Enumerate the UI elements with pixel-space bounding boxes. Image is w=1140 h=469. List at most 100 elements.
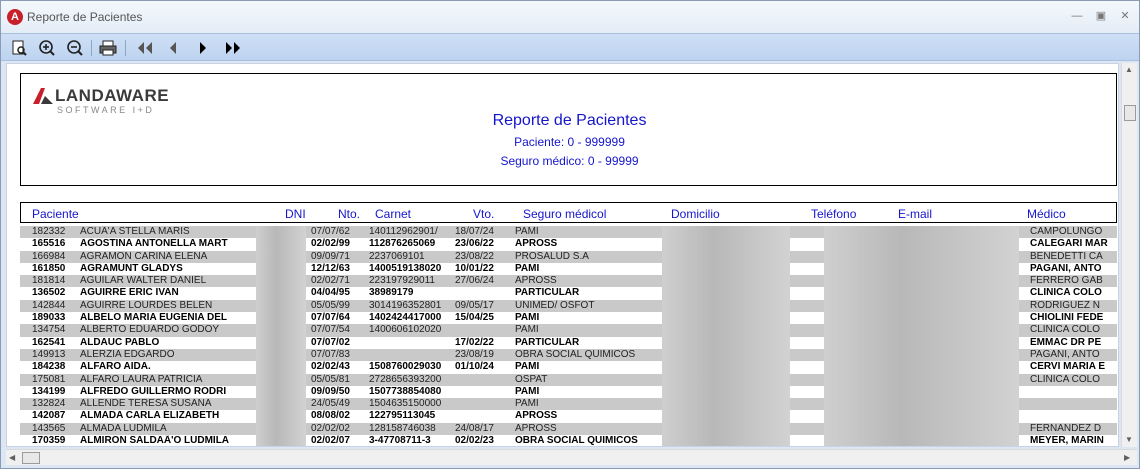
cell-medico: BENEDETTI CA (1030, 250, 1103, 262)
scroll-left-icon[interactable]: ◀ (9, 453, 15, 462)
cell-id: 181814 (32, 275, 66, 287)
cell-nto: 07/07/64 (311, 312, 350, 324)
close-icon[interactable]: ✕ (1117, 9, 1133, 23)
cell-vto: 23/06/22 (455, 238, 494, 250)
maximize-icon[interactable]: ▣ (1093, 9, 1109, 23)
horizontal-scrollbar[interactable]: ◀ ▶ (6, 449, 1137, 465)
cell-id: 170359 (32, 435, 66, 447)
print-icon[interactable] (98, 38, 118, 58)
cell-name: ALBERTO EDUARDO GODOY (80, 324, 220, 336)
cell-nto: 05/05/99 (311, 299, 350, 311)
toolbar-separator (125, 40, 126, 56)
col-header-domicilio: Domicilio (671, 207, 720, 221)
cell-id: 189033 (32, 312, 66, 324)
cell-id: 184238 (32, 361, 66, 373)
horizontal-scroll-thumb[interactable] (22, 452, 40, 464)
cell-vto: 01/10/24 (455, 361, 494, 373)
report-filter-insurance: Seguro médico: 0 - 99999 (500, 154, 639, 168)
cell-seguro: APROSS (515, 275, 557, 287)
title-bar: A Reporte de Pacientes — ▣ ✕ (1, 1, 1139, 33)
toolbar-separator (91, 40, 92, 56)
cell-nto: 24/05/49 (311, 398, 350, 410)
cell-vto: 24/08/17 (455, 422, 494, 434)
cell-medico: CLINICA COLO (1030, 287, 1102, 299)
col-header-vto: Vto. (473, 207, 495, 221)
toolbar (1, 33, 1139, 61)
landaware-logo-icon (33, 88, 53, 104)
cell-id: 132824 (32, 398, 66, 410)
cell-name: AGRAMUNT GLADYS (80, 262, 183, 274)
prev-page-icon[interactable] (163, 38, 183, 58)
cell-nto: 09/09/50 (311, 385, 350, 397)
zoom-in-icon[interactable] (37, 38, 57, 58)
cell-seguro: OBRA SOCIAL QUIMICOS (515, 348, 636, 360)
cell-seguro: APROSS (515, 410, 558, 422)
col-header-email: E-mail (898, 207, 933, 221)
cell-name: ALDAUC PABLO (80, 336, 160, 348)
cell-carnet: 122795113045 (369, 410, 436, 422)
cell-nto: 02/02/02 (311, 422, 350, 434)
cell-id: 161850 (32, 262, 66, 274)
report-window: A Reporte de Pacientes — ▣ ✕ LANDAWARE S… (0, 0, 1140, 469)
cell-carnet: 1507738854080 (369, 385, 442, 397)
cell-seguro: PAMI (515, 312, 540, 324)
cell-seguro: PAMI (515, 398, 539, 410)
cell-seguro: PAMI (515, 385, 540, 397)
cell-seguro: APROSS (515, 238, 558, 250)
cell-vto: 02/02/23 (455, 435, 494, 447)
col-header-nto: Nto. (338, 207, 361, 221)
cell-id: 143565 (32, 422, 66, 434)
col-header-carnet: Carnet (375, 207, 412, 221)
preview-icon[interactable] (9, 38, 29, 58)
scroll-up-icon[interactable]: ▲ (1125, 65, 1133, 74)
cell-medico: CAMPOLUNGO (1030, 226, 1103, 237)
scroll-right-icon[interactable]: ▶ (1124, 453, 1130, 462)
col-header-paciente: Paciente (32, 207, 79, 221)
cell-name: ACUÃ'A STELLA MARIS (80, 226, 190, 237)
cell-id: 142844 (32, 299, 66, 311)
redacted-dni-column (256, 226, 306, 446)
cell-id: 136502 (32, 287, 66, 299)
cell-seguro: OSPAT (515, 373, 548, 385)
report-title: Reporte de Pacientes (492, 112, 647, 129)
cell-seguro: APROSS (515, 422, 557, 434)
report-header: LANDAWARE SOFTWARE I+D Reporte de Pacien… (20, 73, 1117, 186)
cell-medico: MEYER, MARIN (1030, 435, 1104, 447)
cell-nto: 02/02/07 (311, 435, 350, 447)
col-header-seguro: Seguro médicol (523, 207, 607, 221)
cell-medico: CHIOLINI FEDE (1030, 312, 1104, 324)
cell-name: ALBELO MARIA EUGENIA DEL (80, 312, 228, 324)
report-page[interactable]: LANDAWARE SOFTWARE I+D Reporte de Pacien… (6, 63, 1119, 447)
cell-nto: 09/09/71 (311, 250, 350, 262)
cell-seguro: PAMI (515, 324, 539, 336)
cell-seguro: PARTICULAR (515, 287, 580, 299)
column-header-row: Paciente DNI Nto. Carnet Vto. Seguro méd… (20, 202, 1117, 223)
col-header-telefono: Teléfono (811, 207, 857, 221)
cell-nto: 08/08/02 (311, 410, 350, 422)
col-header-dni: DNI (285, 207, 306, 221)
cell-seguro: PARTICULAR (515, 336, 580, 348)
cell-nto: 02/02/71 (311, 275, 350, 287)
cell-nto: 02/02/43 (311, 361, 350, 373)
cell-carnet: 1504635150000 (369, 398, 442, 410)
minimize-icon[interactable]: — (1069, 9, 1085, 23)
cell-name: ALERZIA EDGARDO (80, 348, 175, 360)
vertical-scrollbar[interactable]: ▲ ▼ (1121, 63, 1137, 447)
logo-name: LANDAWARE (55, 86, 170, 105)
cell-seguro: PAMI (515, 226, 539, 237)
redacted-address-column (662, 226, 790, 446)
report-filter-patient: Paciente: 0 - 999999 (514, 135, 625, 149)
cell-id: 175081 (32, 373, 66, 385)
cell-id: 142087 (32, 410, 66, 422)
cell-vto: 17/02/22 (455, 336, 494, 348)
vertical-scroll-thumb[interactable] (1124, 105, 1136, 121)
first-page-icon[interactable] (135, 38, 155, 58)
scroll-down-icon[interactable]: ▼ (1125, 435, 1133, 444)
zoom-out-icon[interactable] (65, 38, 85, 58)
app-logo-icon: A (7, 9, 23, 25)
cell-name: AGUIRRE ERIC IVAN (80, 287, 179, 299)
next-page-icon[interactable] (193, 38, 213, 58)
last-page-icon[interactable] (223, 38, 243, 58)
cell-medico: PAGANI, ANTO (1030, 262, 1102, 274)
cell-seguro: PROSALUD S.A (515, 250, 589, 262)
